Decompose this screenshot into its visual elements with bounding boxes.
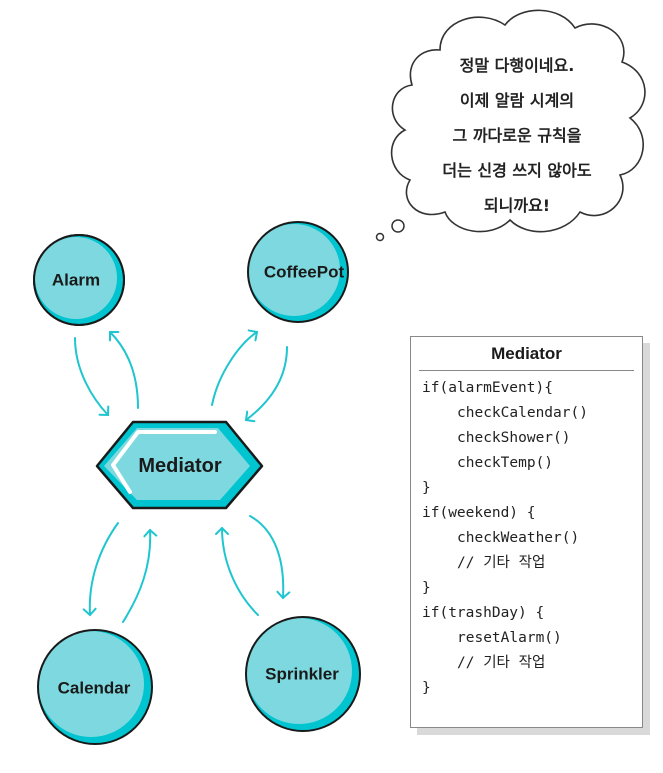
arrow-alarm-to-mediator — [74, 337, 110, 417]
code-line: // 기타 작업 — [457, 655, 546, 671]
thought-bubble: 정말 다행이네요. 이제 알람 시계의 그 까다로운 규칙을 더는 신경 쓰지 … — [375, 9, 646, 242]
bubble-line-3: 그 까다로운 규칙을 — [453, 126, 582, 145]
code-box-title: Mediator — [491, 344, 562, 363]
node-coffeepot[interactable]: CoffeePot — [247, 221, 349, 323]
bubble-line-4: 더는 신경 쓰지 않아도 — [442, 161, 591, 180]
code-line: checkWeather() — [457, 530, 580, 546]
code-box-body: if(alarmEvent){ checkCalendar() checkShowe… — [411, 371, 642, 701]
bubble-line-2: 이제 알람 시계의 — [460, 91, 574, 110]
node-sprinkler[interactable]: Sprinkler — [245, 616, 361, 732]
node-alarm-label: Alarm — [52, 271, 100, 290]
code-line: } — [422, 480, 431, 496]
code-line: // 기타 작업 — [457, 555, 546, 571]
code-line: if(weekend) { — [422, 505, 536, 521]
thought-dot-large — [391, 219, 405, 233]
node-calendar-label: Calendar — [58, 679, 131, 698]
node-coffeepot-label: CoffeePot — [264, 263, 345, 282]
arrow-coffeepot-to-mediator — [244, 346, 288, 423]
node-mediator-label: Mediator — [138, 455, 222, 477]
node-calendar[interactable]: Calendar — [37, 629, 153, 745]
arrow-mediator-to-calendar — [82, 522, 119, 617]
node-sprinkler-label: Sprinkler — [265, 665, 339, 684]
node-mediator[interactable]: Mediator — [95, 420, 264, 510]
code-line: if(alarmEvent){ — [422, 380, 553, 396]
arrow-mediator-to-sprinkler — [249, 515, 291, 600]
code-line: } — [422, 680, 431, 696]
code-line: } — [422, 580, 431, 596]
node-alarm[interactable]: Alarm — [33, 234, 125, 326]
arrow-calendar-to-mediator — [122, 528, 158, 623]
bubble-line-5: 되니까요! — [484, 196, 550, 215]
bubble-line-1: 정말 다행이네요. — [460, 56, 575, 75]
code-line: checkTemp() — [457, 455, 554, 471]
thought-dot-small — [375, 232, 385, 242]
arrow-mediator-to-alarm — [108, 330, 139, 409]
code-line: checkShower() — [457, 430, 571, 446]
mediator-code-box: Mediator if(alarmEvent){ checkCalendar() c… — [410, 336, 643, 728]
code-line: if(trashDay) { — [422, 605, 545, 621]
arrow-sprinkler-to-mediator — [215, 526, 259, 616]
code-line: checkCalendar() — [457, 405, 588, 421]
code-line: resetAlarm() — [457, 630, 562, 646]
arrow-mediator-to-coffeepot — [211, 329, 259, 406]
